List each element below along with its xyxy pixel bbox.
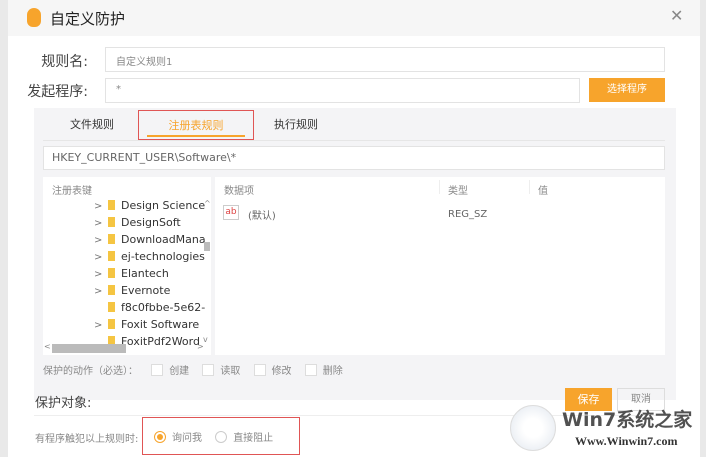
tree-item-label: DownloadManager — [121, 233, 206, 246]
tree-item[interactable]: > Design Science — [94, 197, 206, 214]
values-table — [215, 177, 665, 355]
scroll-right-icon[interactable]: > — [197, 342, 204, 351]
scroll-down-icon[interactable]: v — [203, 335, 208, 344]
chevron-right-icon[interactable]: > — [94, 232, 108, 248]
protect-target-label: 保护对象: — [35, 396, 92, 411]
tab-registry-rules[interactable]: 注册表规则 — [138, 110, 254, 140]
chevron-right-icon[interactable]: > — [94, 198, 108, 214]
column-header-name: 数据项 — [224, 186, 254, 197]
column-divider — [439, 180, 440, 194]
chevron-right-icon[interactable]: > — [94, 317, 108, 333]
watermark-brand: Win7系统之家 — [562, 409, 693, 431]
checkbox-create-label: 创建 — [169, 366, 190, 377]
tab-exec-rules[interactable]: 执行规则 — [238, 110, 354, 140]
checkbox-read[interactable] — [202, 364, 215, 376]
tree-item[interactable]: f8c0fbbe-5e62-5 — [94, 299, 206, 316]
folder-icon — [108, 251, 115, 261]
folder-icon — [108, 200, 115, 210]
tree-item-label: FoxitPdf2Word — [121, 335, 200, 348]
tree-item[interactable]: > Foxit Software — [94, 316, 206, 333]
folder-icon — [108, 319, 115, 329]
checkbox-delete-label: 删除 — [322, 366, 343, 377]
rule-name-label: 规则名: — [41, 54, 88, 70]
radio-ask-me[interactable] — [154, 431, 166, 443]
value-type: REG_SZ — [448, 209, 488, 220]
actions-row: 保护的动作（必选）： 创建 读取 修改 删除 — [43, 362, 343, 377]
shield-logo-icon — [27, 8, 41, 27]
column-divider — [529, 180, 530, 194]
program-input[interactable]: * — [105, 78, 580, 103]
radio-block[interactable] — [215, 431, 228, 443]
violation-label: 有程序触犯以上规则时: — [35, 434, 139, 445]
tree-item-label: Elantech — [121, 267, 169, 280]
tree-item-label: f8c0fbbe-5e62-5 — [121, 301, 206, 314]
chevron-right-icon[interactable]: > — [94, 215, 108, 231]
folder-icon — [108, 285, 115, 295]
tree-item-label: DesignSoft — [121, 216, 181, 229]
checkbox-modify-label: 修改 — [271, 366, 292, 377]
tree-item[interactable]: > Evernote — [94, 282, 206, 299]
value-name[interactable]: (默认) — [248, 207, 276, 222]
chevron-right-icon[interactable]: > — [94, 249, 108, 265]
program-label: 发起程序: — [27, 84, 88, 100]
folder-icon — [108, 302, 115, 312]
scroll-left-icon[interactable]: < — [44, 342, 51, 351]
tree-item-label: Evernote — [121, 284, 171, 297]
actions-label: 保护的动作（必选）： — [43, 366, 138, 377]
watermark-logo-icon — [510, 405, 556, 451]
tree-header: 注册表键 — [52, 186, 92, 197]
registry-path-input[interactable]: HKEY_CURRENT_USER\Software\* — [43, 146, 665, 170]
column-header-value: 值 — [538, 186, 548, 197]
tab-divider — [43, 140, 665, 141]
tree-item[interactable]: > ej-technologies — [94, 248, 206, 265]
scroll-up-icon[interactable]: ^ — [204, 199, 211, 208]
column-header-type: 类型 — [448, 186, 468, 197]
watermark-url: Www.Winwin7.com — [575, 434, 678, 448]
tree-item-label: Foxit Software — [121, 318, 200, 331]
horizontal-scrollbar-thumb[interactable] — [52, 344, 126, 353]
vertical-scrollbar-thumb[interactable] — [204, 242, 210, 251]
checkbox-read-label: 读取 — [220, 366, 241, 377]
close-icon[interactable]: ✕ — [670, 6, 683, 25]
radio-block-label: 直接阻止 — [233, 433, 274, 444]
checkbox-modify[interactable] — [253, 364, 266, 376]
string-value-icon: ab — [223, 205, 239, 220]
chevron-right-icon[interactable]: > — [94, 266, 108, 282]
tree-item-label: Design Science — [121, 199, 206, 212]
dialog-title: 自定义防护 — [50, 10, 126, 28]
tree-item-label: ej-technologies — [121, 250, 205, 263]
folder-icon — [108, 217, 115, 227]
radio-ask-me-label: 询问我 — [172, 433, 202, 444]
tab-file-rules[interactable]: 文件规则 — [34, 110, 150, 140]
chevron-right-icon[interactable]: > — [94, 283, 108, 299]
tree-item[interactable]: > DesignSoft — [94, 214, 206, 231]
folder-icon — [108, 234, 115, 244]
choose-program-button[interactable]: 选择程序 — [589, 78, 665, 102]
violation-options: 询问我 直接阻止 — [154, 429, 273, 444]
checkbox-delete[interactable] — [304, 364, 317, 376]
tree-item[interactable]: > Elantech — [94, 265, 206, 282]
rule-name-input[interactable]: 自定义规则1 — [105, 47, 665, 72]
tree-item[interactable]: > DownloadManager — [94, 231, 206, 248]
folder-icon — [108, 268, 115, 278]
checkbox-create[interactable] — [151, 364, 164, 376]
